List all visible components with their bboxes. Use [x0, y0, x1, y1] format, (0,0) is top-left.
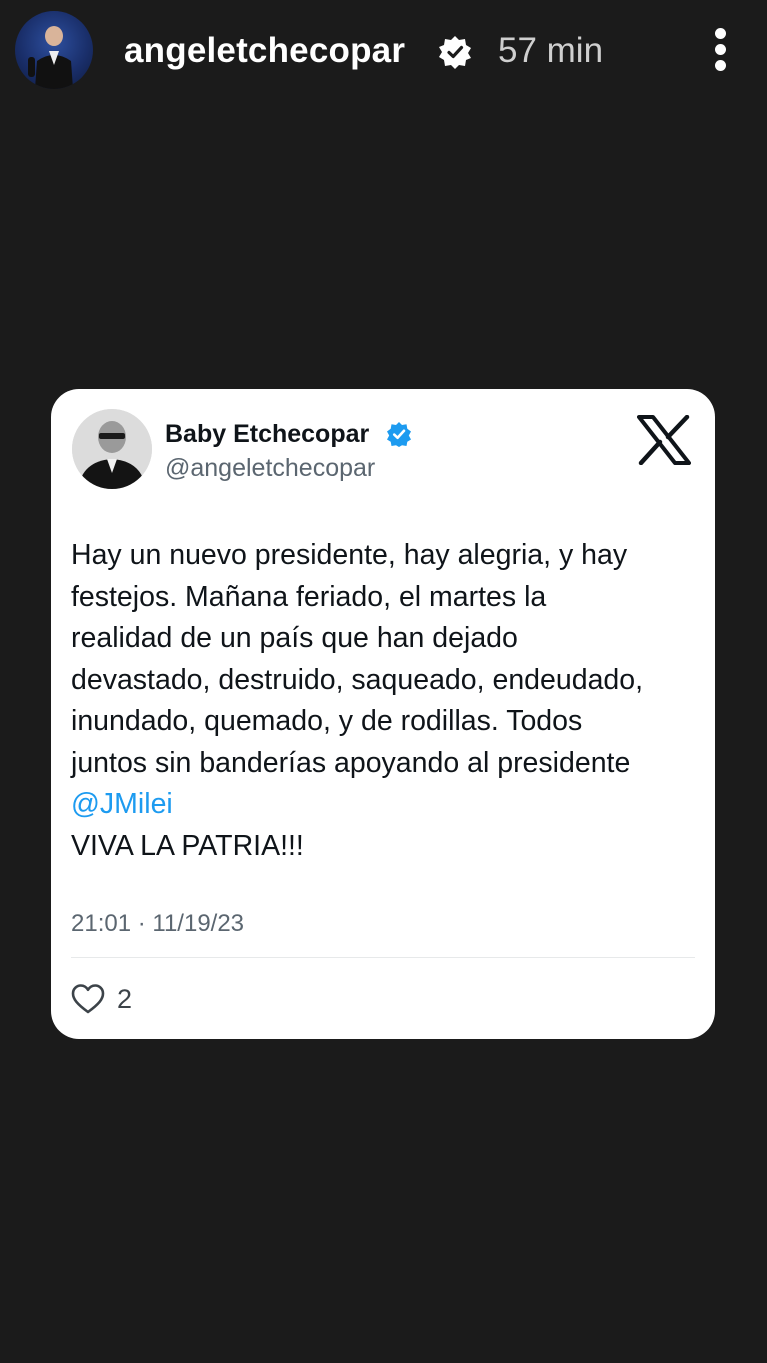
avatar-portrait-icon [28, 26, 73, 89]
divider [71, 957, 695, 958]
tweet-text: Hay un nuevo presidente, hay alegria, y … [71, 535, 699, 867]
instagram-story-screen: angeletchecopar 57 min Baby Etchecopar @… [0, 0, 767, 1363]
heart-icon [71, 984, 105, 1014]
tweet-display-name[interactable]: Baby Etchecopar [165, 419, 369, 449]
x-logo-icon [637, 415, 691, 465]
tweet-text-line: Hay un nuevo presidente, hay alegria, y … [71, 539, 628, 571]
story-header: angeletchecopar 57 min [0, 0, 767, 104]
avatar-portrait-icon [72, 409, 152, 489]
blue-verified-icon [387, 422, 411, 447]
like-button[interactable]: 2 [71, 979, 132, 1019]
menu-dot [715, 44, 726, 55]
tweet-text-line: VIVA LA PATRIA!!! [71, 829, 304, 862]
tweet-timestamp[interactable]: 21:01 · 11/19/23 [71, 909, 244, 939]
tweet-author-avatar[interactable] [72, 409, 152, 489]
more-options-button[interactable] [704, 26, 738, 74]
menu-dot [715, 60, 726, 71]
like-count: 2 [117, 984, 133, 1014]
mention-link[interactable]: @JMilei [71, 784, 699, 826]
tweet-card: Baby Etchecopar @angeletchecopar Hay un … [51, 389, 715, 1039]
tweet-text-line: realidad de un país que han dejado [71, 622, 518, 654]
verified-badge-icon [439, 36, 471, 69]
menu-dot [715, 28, 726, 39]
tweet-text-line: devastado, destruido, saqueado, endeudad… [71, 663, 644, 696]
story-username[interactable]: angeletchecopar [124, 30, 405, 72]
tweet-text-line: juntos sin banderías apoyando al preside… [71, 746, 631, 779]
tweet-text-line: festejos. Mañana feriado, el martes la [71, 580, 547, 613]
tweet-handle[interactable]: @angeletchecopar [165, 453, 375, 483]
story-author-avatar[interactable] [15, 11, 93, 89]
tweet-text-line: inundado, quemado, y de rodillas. Todos [71, 705, 583, 737]
story-timestamp: 57 min [498, 31, 604, 70]
